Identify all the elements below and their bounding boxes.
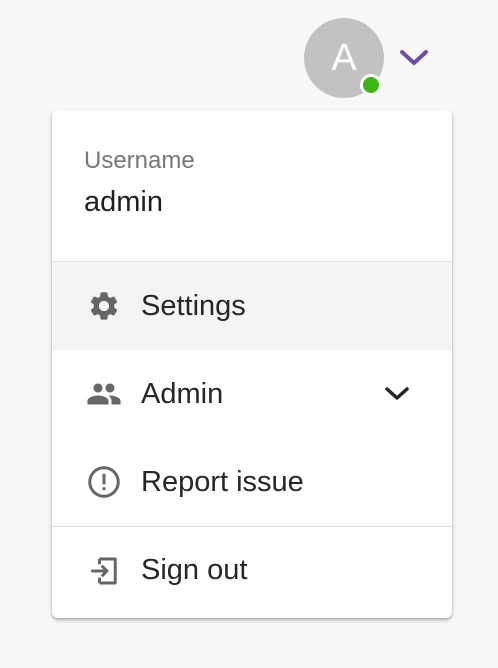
user-info: Username admin [52,110,452,262]
account-menu-toggle[interactable] [398,46,430,70]
menu-item-sign-out[interactable]: Sign out [52,526,452,614]
avatar-initial: A [331,36,357,79]
gear-icon [86,288,122,324]
alert-circle-icon [86,464,122,500]
user-avatar[interactable]: A [304,18,384,98]
menu-item-label: Admin [141,377,224,410]
menu-item-report-issue[interactable]: Report issue [52,438,452,526]
username-value: admin [84,186,163,218]
menu-item-label: Report issue [141,465,304,498]
chevron-down-icon[interactable] [382,382,412,406]
sign-out-icon [86,553,122,589]
menu-item-settings[interactable]: Settings [52,262,452,350]
online-status-dot [360,74,382,96]
users-icon [86,376,122,412]
account-dropdown-menu: Username admin Settings Admin Report iss… [52,110,452,618]
menu-item-label: Settings [141,289,246,322]
menu-item-label: Sign out [141,554,248,586]
chevron-down-icon [400,50,428,65]
menu-item-admin[interactable]: Admin [52,350,452,438]
username-label: Username [84,147,195,174]
